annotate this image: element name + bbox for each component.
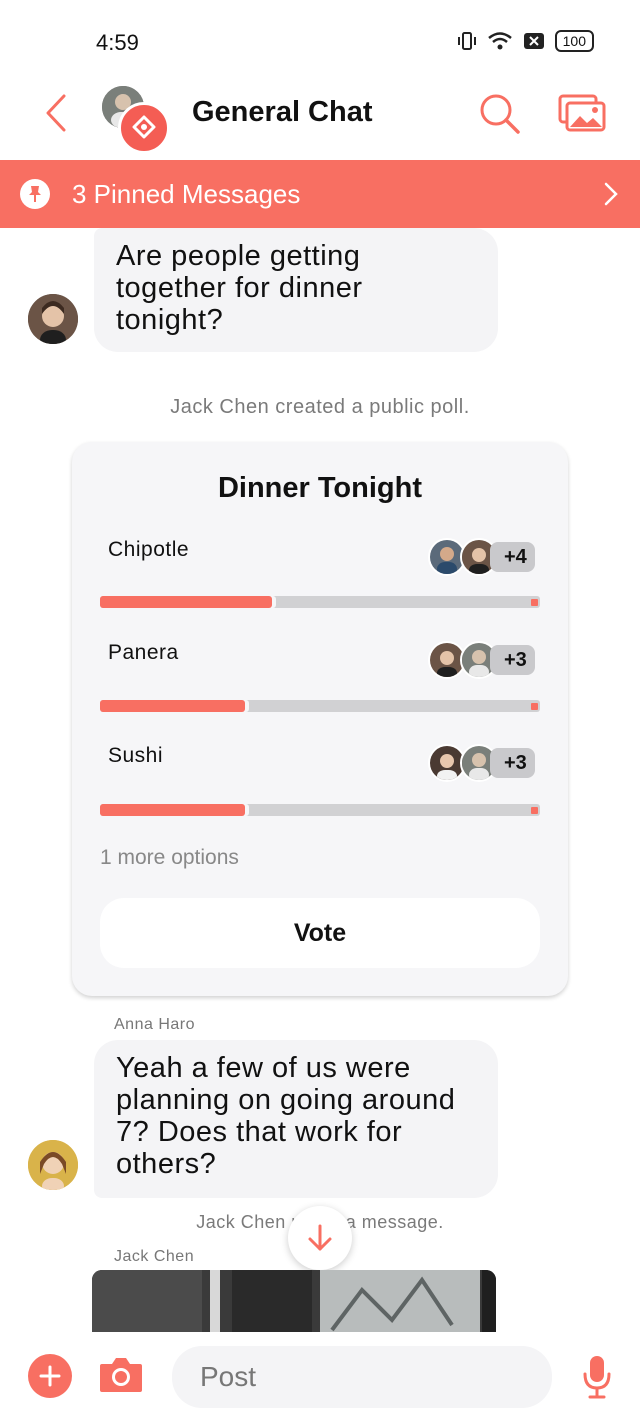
poll-option-label[interactable]: Chipotle: [108, 538, 189, 562]
message-bubble[interactable]: Yeah a few of us were planning on going …: [94, 1040, 498, 1198]
poll-card: Dinner Tonight Chipotle +4 Panera +3 Sus…: [72, 442, 568, 996]
poll-bar-fill: [100, 700, 246, 712]
poll-bar-end: [531, 807, 538, 814]
poll-voters[interactable]: +3: [428, 744, 535, 782]
poll-title: Dinner Tonight: [217, 472, 423, 504]
poll-bar: [100, 700, 540, 712]
sender-avatar[interactable]: [28, 294, 78, 344]
pinned-label: 3 Pinned Messages: [72, 178, 301, 209]
sim-icon: [523, 33, 544, 49]
poll-voters[interactable]: +3: [428, 641, 535, 679]
more-options-link[interactable]: 1 more options: [100, 846, 239, 870]
poll-bar-end: [531, 703, 538, 710]
voter-count: +3: [490, 748, 535, 778]
plus-icon: [39, 1365, 61, 1387]
message-bubble[interactable]: Are people getting together for dinner t…: [94, 228, 498, 352]
wifi-icon: [487, 32, 512, 50]
poll-option-label[interactable]: Panera: [108, 641, 179, 665]
back-icon[interactable]: [40, 92, 72, 134]
voter-count: +3: [490, 645, 535, 675]
search-icon[interactable]: [478, 92, 520, 134]
post-input[interactable]: [172, 1346, 552, 1408]
system-message: Jack Chen created a public poll.: [170, 396, 470, 418]
poll-bar-fill: [100, 596, 272, 608]
brand-logo-icon: [118, 102, 170, 154]
image-message[interactable]: [92, 1270, 496, 1332]
poll-voters[interactable]: +4: [428, 538, 535, 576]
status-icons: 100: [457, 30, 594, 52]
status-time: 4:59: [96, 30, 139, 55]
poll-bar: [100, 596, 540, 608]
sender-avatar[interactable]: [28, 1140, 78, 1190]
poll-bar-fill: [100, 804, 246, 816]
pin-icon: [20, 179, 50, 209]
scroll-to-bottom-button[interactable]: [288, 1206, 352, 1270]
battery-indicator: 100: [554, 30, 594, 52]
camera-icon[interactable]: [98, 1356, 144, 1394]
poll-option-label[interactable]: Sushi: [108, 744, 163, 768]
arrow-down-icon: [308, 1224, 332, 1251]
group-avatar[interactable]: [100, 84, 170, 154]
pinned-messages-banner[interactable]: 3 Pinned Messages: [0, 160, 640, 228]
voter-count: +4: [490, 542, 535, 572]
gallery-icon[interactable]: [558, 92, 606, 132]
chevron-right-icon: [604, 182, 618, 206]
vote-button[interactable]: Vote: [100, 898, 540, 968]
sender-name: Jack Chen: [114, 1248, 195, 1265]
poll-bar-end: [531, 599, 538, 606]
poll-bar: [100, 804, 540, 816]
vibrate-icon: [457, 32, 476, 50]
chat-title: General Chat: [192, 96, 373, 128]
add-attachment-button[interactable]: [28, 1354, 72, 1398]
microphone-icon[interactable]: [582, 1354, 612, 1400]
sender-name: Anna Haro: [114, 1016, 195, 1033]
